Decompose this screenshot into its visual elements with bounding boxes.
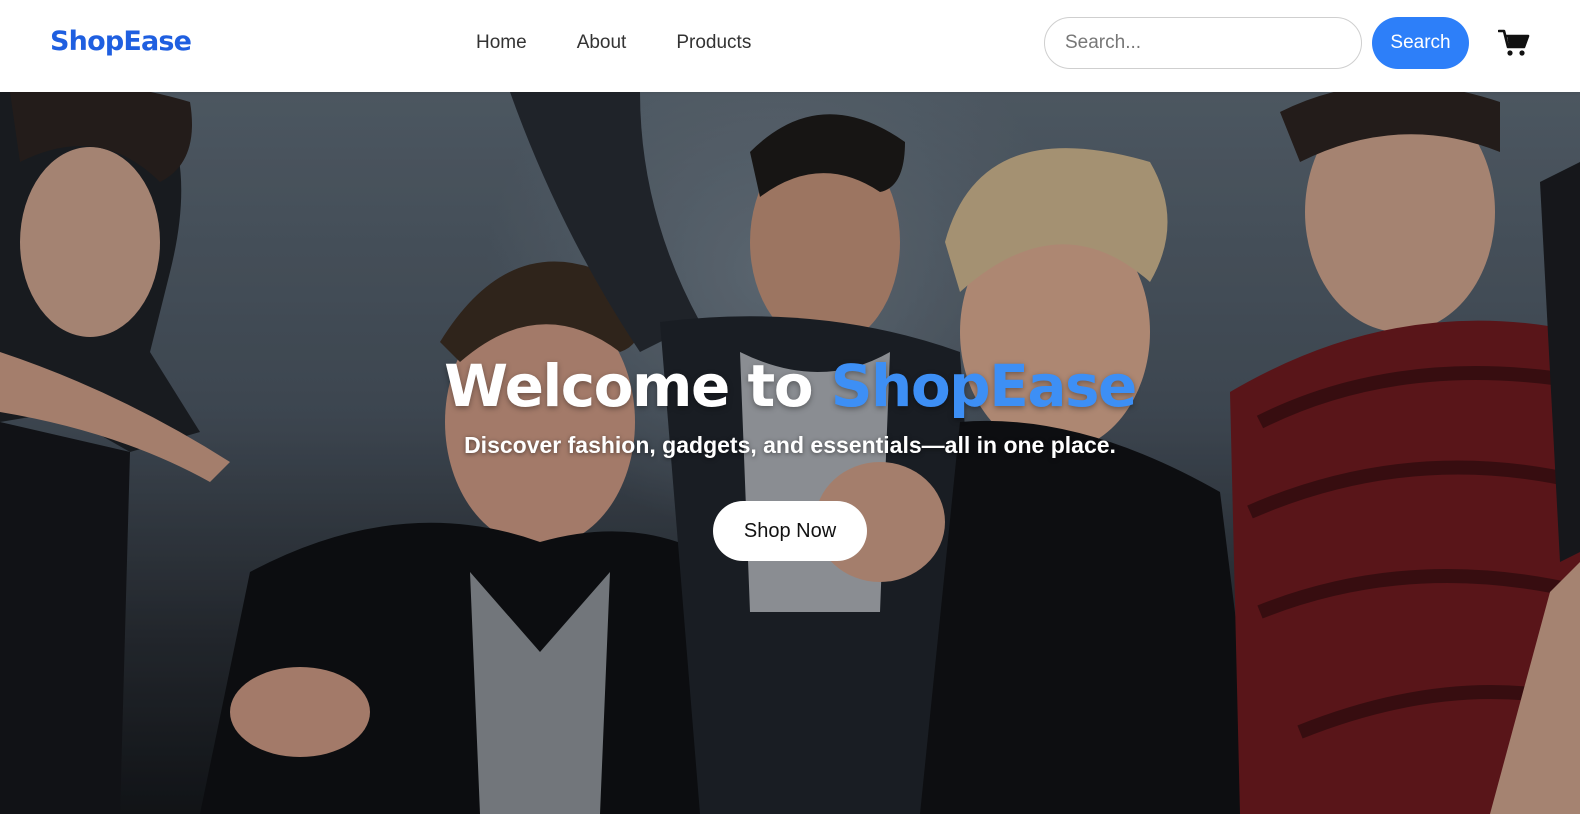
hero-section: Welcome to ShopEase Discover fashion, ga… — [0, 92, 1580, 814]
hero-title: Welcome to ShopEase — [0, 350, 1580, 422]
search-button[interactable]: Search — [1372, 17, 1469, 69]
hero-title-brand: ShopEase — [830, 352, 1138, 420]
shopping-cart-icon[interactable] — [1498, 28, 1530, 58]
hero-subtitle: Discover fashion, gadgets, and essential… — [464, 432, 1116, 458]
site-header: ShopEase Home About Products Search — [0, 0, 1580, 92]
main-nav: Home About Products — [476, 32, 801, 54]
hero-title-prefix: Welcome to — [444, 352, 831, 420]
site-logo[interactable]: ShopEase — [50, 26, 192, 57]
nav-link-about[interactable]: About — [577, 32, 627, 54]
hero-content: Welcome to ShopEase Discover fashion, ga… — [0, 350, 1580, 561]
shop-now-button[interactable]: Shop Now — [713, 501, 867, 561]
nav-link-products[interactable]: Products — [676, 32, 751, 54]
search-input[interactable] — [1044, 17, 1362, 69]
nav-link-home[interactable]: Home — [476, 32, 527, 54]
